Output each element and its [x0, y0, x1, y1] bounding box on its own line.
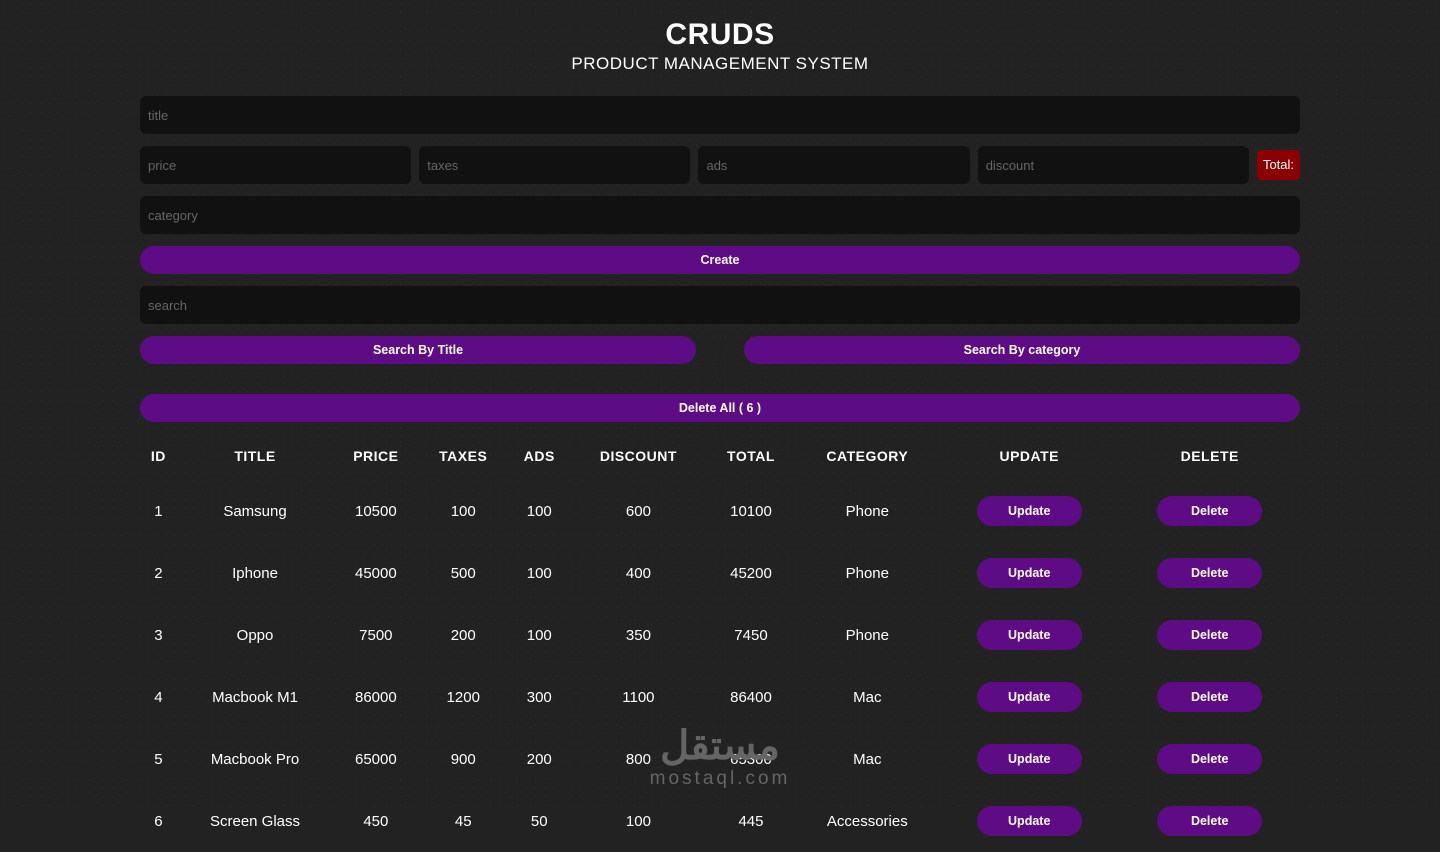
cell-category: Phone [796, 604, 939, 666]
products-table: IDTITLEPRICETAXESADSDISCOUNTTOTALCATEGOR… [140, 440, 1300, 852]
search-by-title-button[interactable]: Search By Title [140, 336, 696, 364]
table-row: 3Oppo75002001003507450Phone Update Delete [140, 604, 1300, 666]
cell-title: Screen Glass [177, 790, 334, 852]
cell-discount: 600 [570, 480, 706, 542]
cell-id: 5 [140, 728, 177, 790]
column-header: TOTAL [706, 440, 795, 480]
cell-id: 1 [140, 480, 177, 542]
total-chip: Total: [1257, 150, 1300, 180]
search-input[interactable] [140, 286, 1300, 324]
cell-price: 45000 [333, 542, 418, 604]
cell-price: 450 [333, 790, 418, 852]
cell-discount: 800 [570, 728, 706, 790]
cell-discount: 400 [570, 542, 706, 604]
cell-taxes: 500 [418, 542, 508, 604]
cell-category: Accessories [796, 790, 939, 852]
cell-id: 3 [140, 604, 177, 666]
column-header: ID [140, 440, 177, 480]
update-button[interactable]: Update [977, 558, 1082, 588]
create-button[interactable]: Create [140, 246, 1300, 274]
table-row: 6Screen Glass4504550100445Accessories Upd… [140, 790, 1300, 852]
update-button[interactable]: Update [977, 744, 1082, 774]
cell-ads: 300 [508, 666, 570, 728]
cell-price: 7500 [333, 604, 418, 666]
page-title: CRUDS [140, 18, 1300, 52]
cell-discount: 100 [570, 790, 706, 852]
cell-price: 10500 [333, 480, 418, 542]
column-header: UPDATE [939, 440, 1119, 480]
update-button[interactable]: Update [977, 620, 1082, 650]
column-header: PRICE [333, 440, 418, 480]
search-by-category-button[interactable]: Search By category [744, 336, 1300, 364]
cell-title: Samsung [177, 480, 334, 542]
cell-category: Mac [796, 666, 939, 728]
cell-taxes: 900 [418, 728, 508, 790]
cell-total: 65300 [706, 728, 795, 790]
cell-total: 445 [706, 790, 795, 852]
cell-taxes: 100 [418, 480, 508, 542]
price-input[interactable] [140, 146, 411, 184]
cell-title: Iphone [177, 542, 334, 604]
cell-discount: 350 [570, 604, 706, 666]
delete-button[interactable]: Delete [1157, 806, 1262, 836]
cell-taxes: 1200 [418, 666, 508, 728]
cell-title: Macbook Pro [177, 728, 334, 790]
title-input[interactable] [140, 96, 1300, 134]
delete-button[interactable]: Delete [1157, 682, 1262, 712]
delete-button[interactable]: Delete [1157, 558, 1262, 588]
update-button[interactable]: Update [977, 496, 1082, 526]
cell-total: 45200 [706, 542, 795, 604]
category-input[interactable] [140, 196, 1300, 234]
delete-all-button[interactable]: Delete All ( 6 ) [140, 394, 1300, 422]
cell-title: Macbook M1 [177, 666, 334, 728]
cell-total: 10100 [706, 480, 795, 542]
cell-ads: 50 [508, 790, 570, 852]
cell-taxes: 45 [418, 790, 508, 852]
column-header: TITLE [177, 440, 334, 480]
table-row: 2Iphone4500050010040045200Phone Update Del… [140, 542, 1300, 604]
cell-price: 86000 [333, 666, 418, 728]
cell-id: 2 [140, 542, 177, 604]
delete-button[interactable]: Delete [1157, 620, 1262, 650]
cell-total: 7450 [706, 604, 795, 666]
product-form: Total: Create Search By Title Search By … [140, 96, 1300, 422]
column-header: DISCOUNT [570, 440, 706, 480]
update-button[interactable]: Update [977, 806, 1082, 836]
cell-id: 4 [140, 666, 177, 728]
update-button[interactable]: Update [977, 682, 1082, 712]
column-header: TAXES [418, 440, 508, 480]
page-subtitle: PRODUCT MANAGEMENT SYSTEM [140, 54, 1300, 74]
cell-taxes: 200 [418, 604, 508, 666]
cell-ads: 100 [508, 542, 570, 604]
cell-total: 86400 [706, 666, 795, 728]
cell-id: 6 [140, 790, 177, 852]
page-header: CRUDS PRODUCT MANAGEMENT SYSTEM [140, 18, 1300, 74]
cell-price: 65000 [333, 728, 418, 790]
cell-title: Oppo [177, 604, 334, 666]
delete-button[interactable]: Delete [1157, 496, 1262, 526]
cell-ads: 200 [508, 728, 570, 790]
cell-category: Phone [796, 480, 939, 542]
table-row: 5Macbook Pro6500090020080065300Mac Update… [140, 728, 1300, 790]
column-header: CATEGORY [796, 440, 939, 480]
discount-input[interactable] [978, 146, 1249, 184]
cell-ads: 100 [508, 604, 570, 666]
cell-discount: 1100 [570, 666, 706, 728]
cell-category: Mac [796, 728, 939, 790]
cell-ads: 100 [508, 480, 570, 542]
delete-button[interactable]: Delete [1157, 744, 1262, 774]
table-row: 4Macbook M1860001200300110086400Mac Updat… [140, 666, 1300, 728]
taxes-input[interactable] [419, 146, 690, 184]
column-header: ADS [508, 440, 570, 480]
ads-input[interactable] [698, 146, 969, 184]
cell-category: Phone [796, 542, 939, 604]
table-row: 1Samsung1050010010060010100PhoneUpdateDe… [140, 480, 1300, 542]
column-header: DELETE [1119, 440, 1300, 480]
